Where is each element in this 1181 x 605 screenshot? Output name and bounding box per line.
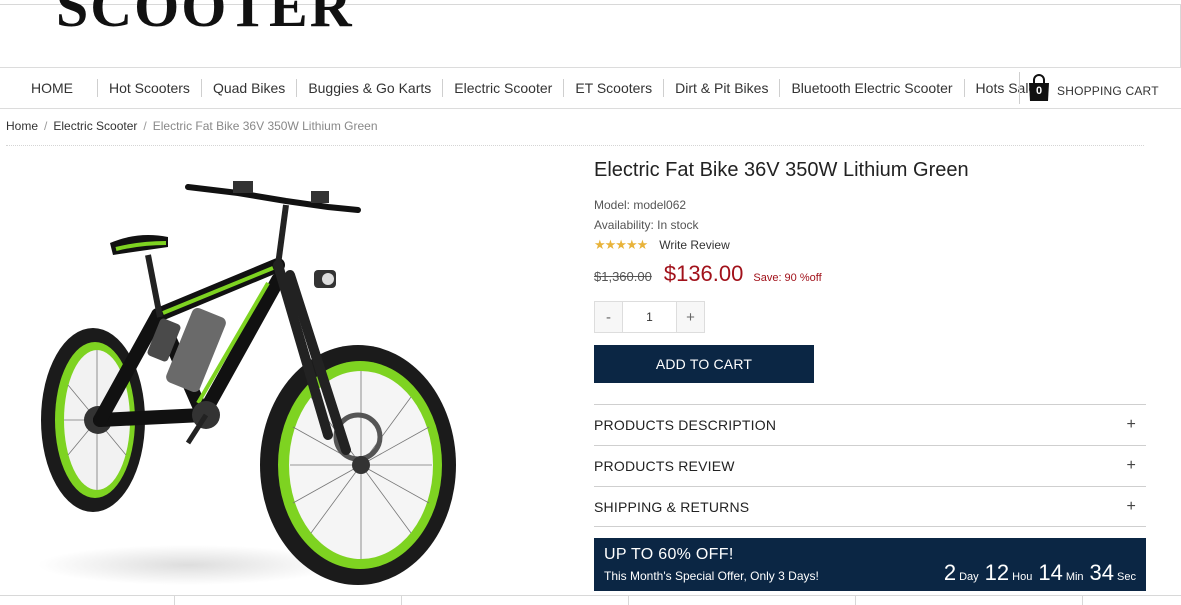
breadcrumb-category[interactable]: Electric Scooter [53, 119, 137, 133]
thumbnail-divider [855, 596, 856, 605]
nav-items: HOME Hot Scooters Quad Bikes Buggies & G… [20, 68, 1045, 108]
accordion-shipping-returns[interactable]: SHIPPING & RETURNS + [594, 486, 1146, 527]
countdown-hours-unit: Hou [1012, 571, 1033, 583]
quantity-increase-button[interactable]: + [677, 302, 704, 332]
site-header: SCOOTER [0, 0, 1181, 68]
cart-label[interactable]: SHOPPING CART [1057, 84, 1159, 98]
nav-item-quad-bikes[interactable]: Quad Bikes [200, 79, 296, 97]
countdown-days-unit: Day [959, 571, 979, 583]
accordion-label: PRODUCTS REVIEW [594, 458, 735, 474]
countdown-hours: 12 [984, 560, 1010, 585]
product-availability: Availability: In stock [594, 218, 699, 232]
quantity-input[interactable]: 1 [622, 302, 677, 332]
shopping-bag-icon[interactable]: 0 [1028, 74, 1050, 102]
breadcrumb: Home / Electric Scooter / Electric Fat B… [6, 119, 378, 133]
countdown-seconds: 34 [1089, 560, 1115, 585]
product-accordion: PRODUCTS DESCRIPTION + PRODUCTS REVIEW +… [594, 404, 1146, 527]
nav-item-dirt-pit-bikes[interactable]: Dirt & Pit Bikes [663, 79, 779, 97]
product-rating: ★★★★★ Write Review [594, 235, 1146, 255]
add-to-cart-button[interactable]: ADD TO CART [594, 345, 814, 383]
accordion-products-description[interactable]: PRODUCTS DESCRIPTION + [594, 404, 1146, 445]
breadcrumb-home[interactable]: Home [6, 119, 38, 133]
nav-item-buggies-go-karts[interactable]: Buggies & Go Karts [296, 79, 442, 97]
product-image[interactable] [28, 165, 468, 590]
product-title: Electric Fat Bike 36V 350W Lithium Green [594, 159, 969, 181]
bottom-thumbnail-strip [0, 595, 1181, 605]
quantity-stepper: - 1 + [594, 301, 705, 333]
site-logo[interactable]: SCOOTER [56, 0, 354, 36]
nav-item-et-scooters[interactable]: ET Scooters [563, 79, 663, 97]
accordion-label: PRODUCTS DESCRIPTION [594, 417, 777, 433]
countdown-minutes: 14 [1038, 560, 1063, 585]
promo-banner: UP TO 60% OFF! This Month's Special Offe… [594, 538, 1146, 591]
nav-item-electric-scooter[interactable]: Electric Scooter [442, 79, 563, 97]
breadcrumb-current: Electric Fat Bike 36V 350W Lithium Green [152, 119, 378, 133]
promo-headline: UP TO 60% OFF! [604, 546, 734, 563]
expand-plus-icon[interactable]: + [1126, 498, 1136, 516]
thumbnail-divider [1082, 596, 1083, 605]
breadcrumb-separator: / [143, 119, 147, 133]
accordion-products-review[interactable]: PRODUCTS REVIEW + [594, 445, 1146, 486]
nav-item-hot-scooters[interactable]: Hot Scooters [97, 79, 201, 97]
countdown-minutes-unit: Min [1065, 571, 1084, 583]
rating-stars-icon: ★★★★★ [594, 237, 648, 252]
old-price: $1,360.00 [594, 269, 652, 284]
shopping-cart-link[interactable]: 0 SHOPPING CART [1019, 72, 1159, 104]
expand-plus-icon[interactable]: + [1126, 416, 1136, 434]
nav-item-home[interactable]: HOME [20, 79, 97, 97]
accordion-label: SHIPPING & RETURNS [594, 498, 750, 515]
countdown-seconds-unit: Sec [1117, 571, 1136, 583]
breadcrumb-divider [6, 145, 1144, 146]
main-nav: HOME Hot Scooters Quad Bikes Buggies & G… [0, 68, 1181, 109]
countdown-days: 2 [943, 560, 957, 585]
thumbnail-divider [401, 596, 402, 605]
thumbnail-divider [628, 596, 629, 605]
nav-item-bluetooth-electric-scooter[interactable]: Bluetooth Electric Scooter [779, 79, 963, 97]
sale-price: $136.00 [663, 261, 744, 286]
cart-count-badge: 0 [1035, 85, 1043, 97]
expand-plus-icon[interactable]: + [1126, 457, 1136, 475]
product-info: Electric Fat Bike 36V 350W Lithium Green… [594, 155, 1146, 383]
countdown-timer: 2 Day 12 Hou 14 Min 34 Sec [938, 560, 1136, 586]
promo-subline: This Month's Special Offer, Only 3 Days! [604, 569, 819, 583]
thumbnail-divider [174, 596, 175, 605]
fat-bike-illustration [38, 181, 456, 585]
save-text: Save: 90 %off [753, 272, 822, 284]
product-model: Model: model062 [594, 198, 687, 212]
price-row: $1,360.00 $136.00 Save: 90 %off [594, 261, 1146, 287]
quantity-decrease-button[interactable]: - [595, 302, 622, 332]
breadcrumb-separator: / [44, 119, 48, 133]
write-review-link[interactable]: Write Review [659, 238, 729, 252]
